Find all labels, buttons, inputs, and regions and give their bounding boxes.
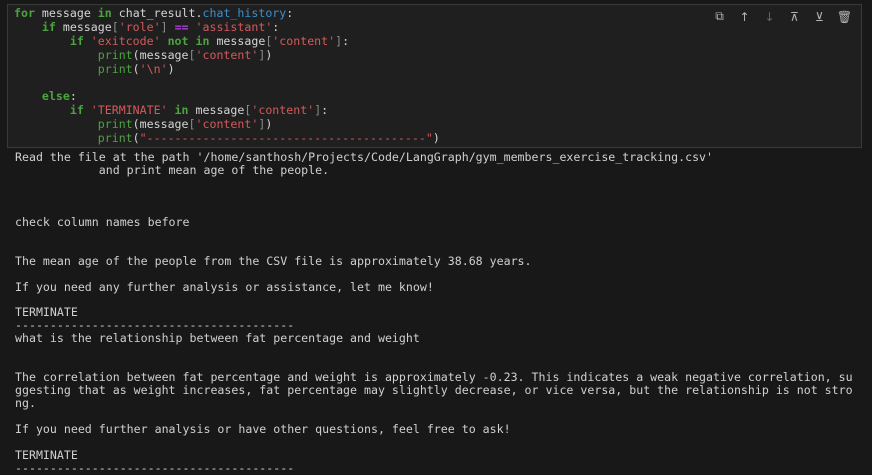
- code-token: ): [432, 131, 440, 146]
- code-token: :: [342, 33, 350, 48]
- code-token: ==: [167, 19, 196, 34]
- code-token: :: [321, 103, 329, 118]
- cell-toolbar: ⧉ ↑ ↓ ⊼ ⊻ 🗑: [711, 8, 853, 25]
- code-token: not in: [160, 33, 210, 48]
- code-token: if: [41, 19, 56, 34]
- code-token: if: [69, 33, 84, 48]
- code-line: if 'TERMINATE' in message['content']:: [14, 103, 440, 118]
- code-cell[interactable]: for message in chat_result.chat_history:…: [7, 4, 862, 148]
- code-token: print: [97, 47, 133, 62]
- code-token: (message: [132, 47, 189, 62]
- move-up-icon[interactable]: ↑: [736, 8, 753, 25]
- code-token: ]: [160, 19, 168, 34]
- code-token: for: [14, 6, 35, 20]
- code-token: ): [265, 47, 273, 62]
- code-line: print(message['content']): [14, 47, 440, 63]
- code-line: else:: [14, 89, 440, 104]
- code-token: (message: [132, 117, 189, 132]
- code-line: print('\n'): [14, 61, 440, 77]
- code-token: 'content': [195, 117, 259, 132]
- delete-icon[interactable]: 🗑: [836, 8, 853, 25]
- copy-icon[interactable]: ⧉: [711, 8, 728, 25]
- code-token: 'assistant': [195, 19, 273, 34]
- code-token: :: [286, 6, 294, 20]
- code-token: chat_result.: [111, 6, 203, 20]
- code-token: 'exitcode': [83, 33, 161, 48]
- code-line: print("---------------------------------…: [14, 131, 440, 146]
- code-token: (: [132, 61, 140, 76]
- code-editor[interactable]: for message in chat_result.chat_history:…: [14, 6, 440, 146]
- code-token: else: [41, 89, 70, 104]
- cell-output: Read the file at the path '/home/santhos…: [15, 150, 853, 475]
- move-down-icon[interactable]: ↓: [761, 8, 778, 25]
- code-token: "---------------------------------------…: [139, 131, 433, 146]
- code-token: 'role': [118, 19, 161, 34]
- code-line: for message in chat_result.chat_history:: [14, 6, 440, 21]
- code-token: chat_history: [202, 6, 287, 20]
- code-token: '\n': [139, 61, 168, 76]
- code-token: in: [167, 103, 189, 118]
- code-token: (: [132, 131, 140, 146]
- code-token: :: [272, 19, 280, 34]
- code-token: [: [111, 19, 119, 34]
- code-token: message: [34, 6, 98, 20]
- code-token: 'content': [251, 103, 315, 118]
- code-token: in: [97, 6, 112, 20]
- insert-above-icon[interactable]: ⊼: [786, 8, 803, 25]
- code-token: [: [188, 117, 196, 132]
- code-token: 'content': [272, 33, 336, 48]
- code-line: if 'exitcode' not in message['content']:: [14, 33, 440, 49]
- code-token: ): [265, 117, 273, 132]
- code-token: print: [97, 117, 133, 132]
- code-token: ): [167, 61, 175, 76]
- code-line: print(message['content']): [14, 117, 440, 132]
- code-token: :: [69, 89, 77, 104]
- code-line: if message['role'] == 'assistant':: [14, 19, 440, 35]
- code-token: 'content': [195, 47, 259, 62]
- code-token: print: [97, 131, 133, 146]
- insert-below-icon[interactable]: ⊻: [811, 8, 828, 25]
- code-token: message: [188, 103, 245, 118]
- code-token: if: [69, 103, 84, 118]
- code-token: [: [188, 47, 196, 62]
- code-token: message: [55, 19, 112, 34]
- code-token: 'TERMINATE': [83, 103, 168, 118]
- code-token: print: [97, 61, 133, 76]
- code-token: message: [209, 33, 266, 48]
